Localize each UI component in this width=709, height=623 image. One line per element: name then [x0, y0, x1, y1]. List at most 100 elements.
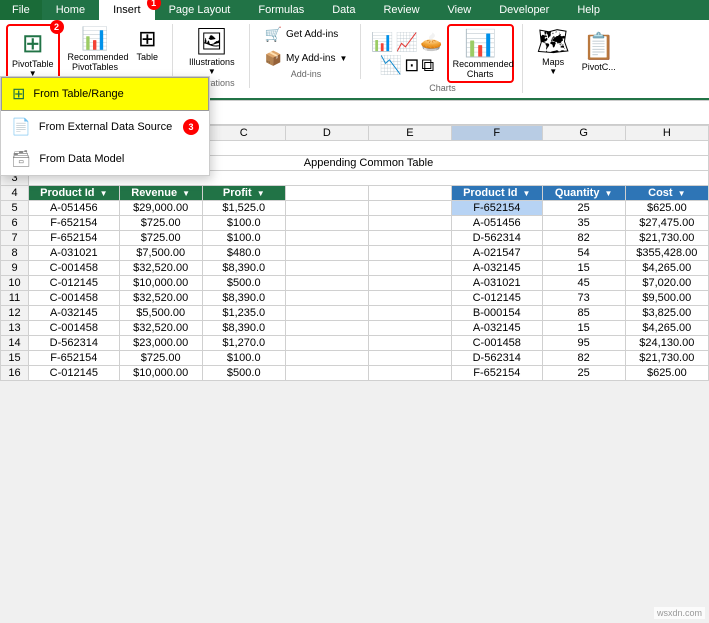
- pie-chart-icon[interactable]: 🥧: [420, 32, 442, 53]
- r-r16-c2[interactable]: 25: [542, 366, 625, 381]
- l-r5-c1[interactable]: A-051456: [29, 201, 120, 216]
- gap-r9-2[interactable]: [368, 261, 451, 276]
- r-r8-c2[interactable]: 54: [542, 246, 625, 261]
- right-header-product-id[interactable]: Product Id ▼: [451, 186, 542, 201]
- gap-cell-4b[interactable]: [368, 186, 451, 201]
- get-addins-button[interactable]: 🛒 Get Add-ins: [260, 24, 353, 45]
- l-r15-c3[interactable]: $100.0: [202, 351, 285, 366]
- r-r12-c1[interactable]: B-000154: [451, 306, 542, 321]
- pivot-chart-button[interactable]: 📋 PivotC...: [578, 29, 620, 74]
- l-r11-c1[interactable]: C-001458: [29, 291, 120, 306]
- scatter-chart-icon[interactable]: ⊡: [404, 55, 419, 76]
- l-r16-c2[interactable]: $10,000.00: [119, 366, 202, 381]
- right-header-cost[interactable]: Cost ▼: [625, 186, 708, 201]
- r-r14-c3[interactable]: $24,130.00: [625, 336, 708, 351]
- r-r6-c2[interactable]: 35: [542, 216, 625, 231]
- filter-arrow-5[interactable]: ▼: [605, 189, 613, 198]
- bar-chart-icon[interactable]: 📊: [371, 32, 393, 53]
- gap-r11-2[interactable]: [368, 291, 451, 306]
- r-r5-c3[interactable]: $625.00: [625, 201, 708, 216]
- l-r11-c2[interactable]: $32,520.00: [119, 291, 202, 306]
- l-r10-c3[interactable]: $500.0: [202, 276, 285, 291]
- r-r12-c3[interactable]: $3,825.00: [625, 306, 708, 321]
- illustrations-button[interactable]: 🖼 Illustrations ▼: [183, 24, 241, 78]
- filter-arrow-3[interactable]: ▼: [257, 189, 265, 198]
- gap-r8-2[interactable]: [368, 246, 451, 261]
- gap-r12-2[interactable]: [368, 306, 451, 321]
- gap-r10-1[interactable]: [285, 276, 368, 291]
- l-r16-c3[interactable]: $500.0: [202, 366, 285, 381]
- r-r15-c2[interactable]: 82: [542, 351, 625, 366]
- r-r11-c2[interactable]: 73: [542, 291, 625, 306]
- gap-r10-2[interactable]: [368, 276, 451, 291]
- r-r7-c1[interactable]: D-562314: [451, 231, 542, 246]
- filter-arrow-4[interactable]: ▼: [523, 189, 531, 198]
- l-r11-c3[interactable]: $8,390.0: [202, 291, 285, 306]
- l-r9-c1[interactable]: C-001458: [29, 261, 120, 276]
- l-r13-c2[interactable]: $32,520.00: [119, 321, 202, 336]
- tab-help[interactable]: Help: [563, 0, 614, 20]
- col-header-e[interactable]: E: [368, 126, 451, 141]
- l-r8-c1[interactable]: A-031021: [29, 246, 120, 261]
- gap-r5-2[interactable]: [368, 201, 451, 216]
- col-header-g[interactable]: G: [542, 126, 625, 141]
- gap-r5-1[interactable]: [285, 201, 368, 216]
- r-r5-c2[interactable]: 25: [542, 201, 625, 216]
- l-r14-c2[interactable]: $23,000.00: [119, 336, 202, 351]
- l-r6-c3[interactable]: $100.0: [202, 216, 285, 231]
- l-r7-c1[interactable]: F-652154: [29, 231, 120, 246]
- filter-arrow-6[interactable]: ▼: [678, 189, 686, 198]
- r-r6-c3[interactable]: $27,475.00: [625, 216, 708, 231]
- l-r14-c3[interactable]: $1,270.0: [202, 336, 285, 351]
- r-r13-c1[interactable]: A-032145: [451, 321, 542, 336]
- r-r7-c3[interactable]: $21,730.00: [625, 231, 708, 246]
- gap-r14-2[interactable]: [368, 336, 451, 351]
- l-r15-c2[interactable]: $725.00: [119, 351, 202, 366]
- col-header-h[interactable]: H: [625, 126, 708, 141]
- gap-r16-1[interactable]: [285, 366, 368, 381]
- tab-page-layout[interactable]: Page Layout: [155, 0, 245, 20]
- col-header-f[interactable]: F: [451, 126, 542, 141]
- table-button[interactable]: ⊞ Table: [131, 24, 165, 64]
- maps-button[interactable]: 🗺 Maps ▼: [533, 24, 574, 78]
- l-r5-c3[interactable]: $1,525.0: [202, 201, 285, 216]
- r-r9-c1[interactable]: A-032145: [451, 261, 542, 276]
- tab-insert[interactable]: Insert 1: [99, 0, 155, 20]
- l-r13-c1[interactable]: C-001458: [29, 321, 120, 336]
- l-r7-c2[interactable]: $725.00: [119, 231, 202, 246]
- l-r12-c2[interactable]: $5,500.00: [119, 306, 202, 321]
- gap-r13-1[interactable]: [285, 321, 368, 336]
- tab-developer[interactable]: Developer: [485, 0, 563, 20]
- gap-r7-2[interactable]: [368, 231, 451, 246]
- area-chart-icon[interactable]: 📉: [380, 55, 402, 76]
- l-r14-c1[interactable]: D-562314: [29, 336, 120, 351]
- col-header-c[interactable]: C: [202, 126, 285, 141]
- r-r10-c1[interactable]: A-031021: [451, 276, 542, 291]
- tab-home[interactable]: Home: [42, 0, 99, 20]
- r-r10-c3[interactable]: $7,020.00: [625, 276, 708, 291]
- l-r6-c2[interactable]: $725.00: [119, 216, 202, 231]
- gap-r12-1[interactable]: [285, 306, 368, 321]
- l-r16-c1[interactable]: C-012145: [29, 366, 120, 381]
- r-r10-c2[interactable]: 45: [542, 276, 625, 291]
- r-r5-c1[interactable]: F-652154: [451, 201, 542, 216]
- gap-cell-4[interactable]: [285, 186, 368, 201]
- r-r14-c2[interactable]: 95: [542, 336, 625, 351]
- l-r5-c2[interactable]: $29,000.00: [119, 201, 202, 216]
- gap-r15-1[interactable]: [285, 351, 368, 366]
- r-r8-c1[interactable]: A-021547: [451, 246, 542, 261]
- from-external-data-item[interactable]: 📄 From External Data Source 3: [1, 111, 209, 143]
- r-r15-c3[interactable]: $21,730.00: [625, 351, 708, 366]
- from-table-range-item[interactable]: ⊞ From Table/Range: [1, 77, 209, 111]
- filter-arrow-1[interactable]: ▼: [100, 189, 108, 198]
- my-addins-button[interactable]: 📦 My Add-ins ▼: [260, 48, 353, 69]
- l-r15-c1[interactable]: F-652154: [29, 351, 120, 366]
- l-r7-c3[interactable]: $100.0: [202, 231, 285, 246]
- gap-r8-1[interactable]: [285, 246, 368, 261]
- gap-r7-1[interactable]: [285, 231, 368, 246]
- r-r7-c2[interactable]: 82: [542, 231, 625, 246]
- filter-arrow-2[interactable]: ▼: [182, 189, 190, 198]
- left-header-revenue[interactable]: Revenue ▼: [119, 186, 202, 201]
- r-r6-c1[interactable]: A-051456: [451, 216, 542, 231]
- tab-data[interactable]: Data: [318, 0, 369, 20]
